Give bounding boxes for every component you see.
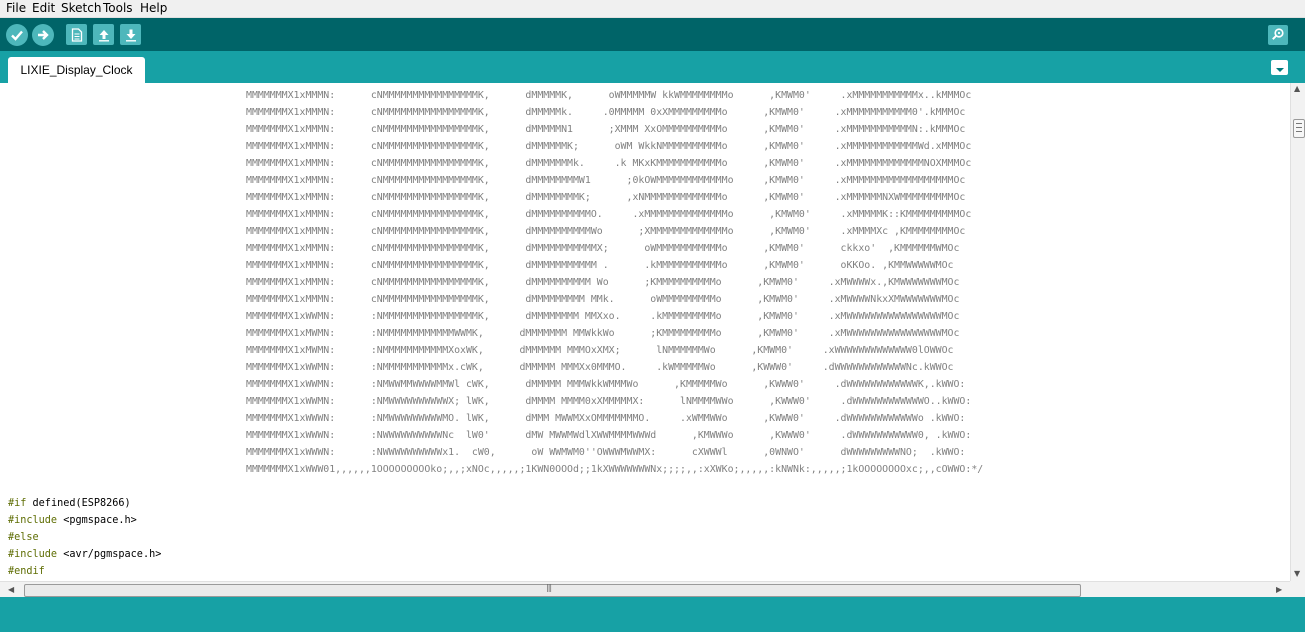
verify-check-icon [5,23,28,46]
scrollbar-corner [1290,581,1305,597]
ascii-line: MMMMMMMX1xWWMN: :NMWWMMWWWWMMWl cWK, dMM… [246,379,966,390]
ascii-line: MMMMMMMX1xMMMN: cNMMMMMMMMMMMMMMMMK, dMM… [246,107,966,118]
ascii-line: MMMMMMMX1xWWMN: :NMMMMMMMMMMMx.cWK, dMMM… [246,362,954,373]
ascii-art-comment: MMMMMMMX1xMMMN: cNMMMMMMMMMMMMMMMMK, dMM… [246,87,983,478]
ascii-line: MMMMMMMX1xMMMN: cNMMMMMMMMMMMMMMMMK, dMM… [246,277,960,288]
preprocessor-keyword: #endif [8,566,45,577]
ascii-line: MMMMMMMX1xWWMN: :NMWWWWWWWWWWX; lWK, dMM… [246,396,972,407]
ascii-line: MMMMMMMX1xMMMN: cNMMMMMMMMMMMMMMMMK, dMM… [246,294,960,305]
horizontal-scrollbar[interactable]: ◀ ||| ▶ [0,581,1290,598]
code-line: #include <avr/pgmspace.h> [8,546,161,563]
menu-sketch[interactable]: Sketch [61,1,101,15]
console-panel [0,597,1305,632]
new-document-icon [66,24,87,45]
menu-help[interactable]: Help [140,1,167,15]
scroll-up-arrow-icon[interactable]: ▲ [1294,84,1300,93]
code-text: <avr/pgmspace.h> [57,549,162,560]
ascii-line: MMMMMMMX1xWWWN: :NWWWWWWWWWWx1. cW0, oW … [246,447,966,458]
preprocessor-keyword: #include [8,515,58,526]
ascii-line: MMMMMMMX1xMWMN: :NMMMMMMMMMMMMWWMK, dMMM… [246,328,960,339]
ascii-line: MMMMMMMX1xMMMN: cNMMMMMMMMMMMMMMMMK, dMM… [246,90,972,101]
ascii-line: MMMMMMMX1xMMMN: cNMMMMMMMMMMMMMMMMK, dMM… [246,141,972,152]
ascii-line: MMMMMMMX1xWWWN: :NWWWWWWWWWWNc lW0' dMW … [246,430,972,441]
ascii-line: MMMMMMMX1xMMMN: cNMMMMMMMMMMMMMMMMK, dMM… [246,192,966,203]
verify-button[interactable] [5,23,28,46]
ascii-line: MMMMMMMX1xWWW01,,,,,,1OOOOOOOOOko;,,;xNO… [246,464,984,475]
code-block: #if defined(ESP8266) #include <pgmspace.h… [8,495,161,580]
scroll-down-arrow-icon[interactable]: ▼ [1294,569,1300,578]
code-line: #if defined(ESP8266) [8,495,161,512]
upload-button[interactable] [31,23,54,46]
save-button[interactable] [119,23,142,46]
serial-monitor-button[interactable] [1268,25,1288,45]
code-line: #else [8,529,161,546]
ascii-line: MMMMMMMX1xMMMN: cNMMMMMMMMMMMMMMMMK, dMM… [246,124,966,135]
save-down-arrow-icon [120,24,141,45]
code-text: <pgmspace.h> [57,515,137,526]
code-line: #include <pgmspace.h> [8,512,161,529]
toolbar [0,18,1305,51]
ascii-line: MMMMMMMX1xMMMN: cNMMMMMMMMMMMMMMMMK, dMM… [246,243,960,254]
ascii-line: MMMMMMMX1xMMMN: cNMMMMMMMMMMMMMMMMK, dMM… [246,226,966,237]
scroll-grip-icon: ||| [546,583,552,592]
open-button[interactable] [92,23,115,46]
menu-edit[interactable]: Edit [32,1,55,15]
ascii-line: MMMMMMMX1xWWMN: :NMMMMMMMMMMMMMMMMK, dMM… [246,311,960,322]
ascii-line: MMMMMMMX1xMMMN: cNMMMMMMMMMMMMMMMMK, dMM… [246,260,954,271]
code-editor[interactable]: MMMMMMMX1xMMMN: cNMMMMMMMMMMMMMMMMK, dMM… [0,83,1290,581]
vertical-scrollbar[interactable]: ▲ ▼ [1290,83,1305,581]
preprocessor-keyword: #if [8,498,27,509]
code-text: defined(ESP8266) [26,498,131,509]
chevron-down-icon [1275,58,1285,77]
code-line: #endif [8,563,161,580]
ascii-line: MMMMMMMX1xMMMN: cNMMMMMMMMMMMMMMMMK, dMM… [246,158,972,169]
tab-menu-button[interactable] [1271,60,1288,75]
menu-bar: File Edit Sketch Tools Help [0,0,1305,18]
scroll-right-arrow-icon[interactable]: ▶ [1276,585,1282,594]
preprocessor-keyword: #include [8,549,58,560]
ascii-line: MMMMMMMX1xWWWN: :NMWWWWWWWWWMO. lWK, dMM… [246,413,966,424]
scroll-left-arrow-icon[interactable]: ◀ [8,585,14,594]
tab-lixie-display-clock[interactable]: LIXIE_Display_Clock [8,57,145,83]
new-sketch-button[interactable] [65,23,88,46]
vertical-scroll-thumb[interactable] [1293,119,1305,138]
upload-arrow-icon [31,23,54,46]
serial-monitor-magnifier-icon [1271,26,1285,45]
preprocessor-keyword: #else [8,532,39,543]
open-up-arrow-icon [93,24,114,45]
ascii-line: MMMMMMMX1xMMMN: cNMMMMMMMMMMMMMMMMK, dMM… [246,175,966,186]
menu-file[interactable]: File [6,1,26,15]
ascii-line: MMMMMMMX1xMMMN: cNMMMMMMMMMMMMMMMMK, dMM… [246,209,972,220]
tab-strip: LIXIE_Display_Clock [0,51,1305,83]
ascii-line: MMMMMMMX1xMWMN: :NMMMMMMMMMMMXoxWK, dMMM… [246,345,954,356]
menu-tools[interactable]: Tools [103,1,133,15]
horizontal-scroll-thumb[interactable]: ||| [24,583,1081,597]
